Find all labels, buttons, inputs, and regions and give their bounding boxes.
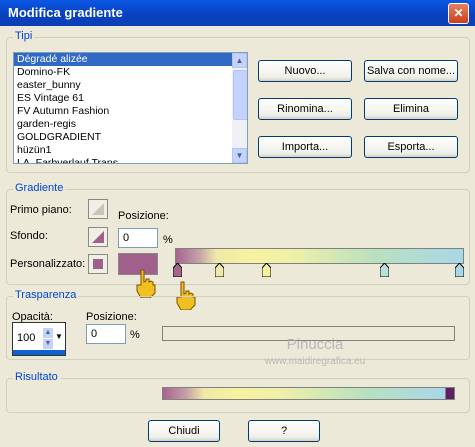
trasparenza-posizione-input[interactable]: 0 <box>86 324 126 344</box>
personalizzato-swatch-button[interactable] <box>88 254 108 274</box>
watermark-name: Pinuccia <box>286 336 344 353</box>
opacita-value[interactable]: 100 <box>17 332 35 344</box>
risultato-label: Risultato <box>13 371 60 383</box>
scroll-up-button[interactable]: ▲ <box>232 53 247 68</box>
posizione-input[interactable]: 0 <box>118 228 158 248</box>
list-item[interactable]: Domino-FK <box>14 66 247 79</box>
rinomina-button[interactable]: Rinomina... <box>258 98 352 120</box>
list-item[interactable]: GOLDGRADIENT <box>14 131 247 144</box>
list-item[interactable]: garden-regis <box>14 118 247 131</box>
list-item[interactable]: LA_Farbverlauf Trans <box>14 157 247 163</box>
gradient-stop-icon[interactable] <box>455 263 464 277</box>
help-button[interactable]: ? <box>248 420 320 442</box>
scroll-down-button[interactable]: ▼ <box>232 148 247 163</box>
nuovo-button[interactable]: Nuovo... <box>258 60 352 82</box>
tipi-label: Tipi <box>13 30 35 42</box>
gradient-list[interactable]: Dégradé alizée Domino-FK easter_bunny ES Vi… <box>13 52 248 164</box>
opacita-underline <box>13 350 65 355</box>
sfondo-label: Sfondo: <box>10 230 48 242</box>
posizione-label: Posizione: <box>118 210 169 222</box>
gradient-preview-bar[interactable] <box>175 248 464 264</box>
list-item[interactable]: ES Vintage 61 <box>14 92 247 105</box>
list-item[interactable]: easter_bunny <box>14 79 247 92</box>
opacita-spinner[interactable]: 100 ▲ ▼ ▼ <box>12 322 66 356</box>
posizione-percent: % <box>163 234 173 246</box>
primo-piano-label: Primo piano: <box>10 204 72 216</box>
window-title: Modifica gradiente <box>8 5 123 20</box>
result-gradient-bar <box>162 387 455 400</box>
list-scrollbar[interactable]: ▲ ▼ <box>232 53 247 163</box>
opacita-dropdown-icon[interactable]: ▼ <box>55 332 63 341</box>
opacita-spin-down[interactable]: ▼ <box>43 339 53 349</box>
gradient-stop-icon[interactable] <box>173 263 182 277</box>
background-swatch-icon <box>92 231 104 243</box>
trasparenza-label: Trasparenza <box>13 289 79 301</box>
pointer-hand-icon <box>136 269 156 298</box>
esporta-button[interactable]: Esporta... <box>364 136 458 158</box>
close-button[interactable]: ✕ <box>448 3 469 24</box>
personalizzato-label: Personalizzato: <box>10 258 86 270</box>
title-bar: Modifica gradiente ✕ <box>0 0 475 26</box>
trasparenza-posizione-percent: % <box>130 329 140 341</box>
gradiente-label: Gradiente <box>13 182 66 194</box>
personalizzato-swatch-color <box>93 259 103 269</box>
gradient-list-items: Dégradé alizée Domino-FK easter_bunny ES Vi… <box>14 53 247 163</box>
chiudi-button[interactable]: Chiudi <box>148 420 220 442</box>
list-item[interactable]: Dégradé alizée <box>14 53 247 66</box>
list-item[interactable]: hüzün1 <box>14 144 247 157</box>
scroll-thumb[interactable] <box>233 70 247 120</box>
primo-piano-swatch[interactable] <box>88 199 108 219</box>
gradient-stop-icon[interactable] <box>262 263 271 277</box>
gradient-stop-icon[interactable] <box>380 263 389 277</box>
list-item[interactable]: FV Autumn Fashion <box>14 105 247 118</box>
sfondo-swatch[interactable] <box>88 227 108 247</box>
opacita-spin-up[interactable]: ▲ <box>43 328 53 338</box>
elimina-button[interactable]: Elimina <box>364 98 458 120</box>
foreground-swatch-icon <box>92 203 104 215</box>
watermark-url: www.maidiregrafica.eu <box>264 356 366 367</box>
gradient-stop-icon[interactable] <box>215 263 224 277</box>
salva-con-nome-button[interactable]: Salva con nome... <box>364 60 458 82</box>
trasparenza-posizione-label: Posizione: <box>86 311 137 323</box>
gradiente-group: Gradiente <box>6 182 470 285</box>
importa-button[interactable]: Importa... <box>258 136 352 158</box>
